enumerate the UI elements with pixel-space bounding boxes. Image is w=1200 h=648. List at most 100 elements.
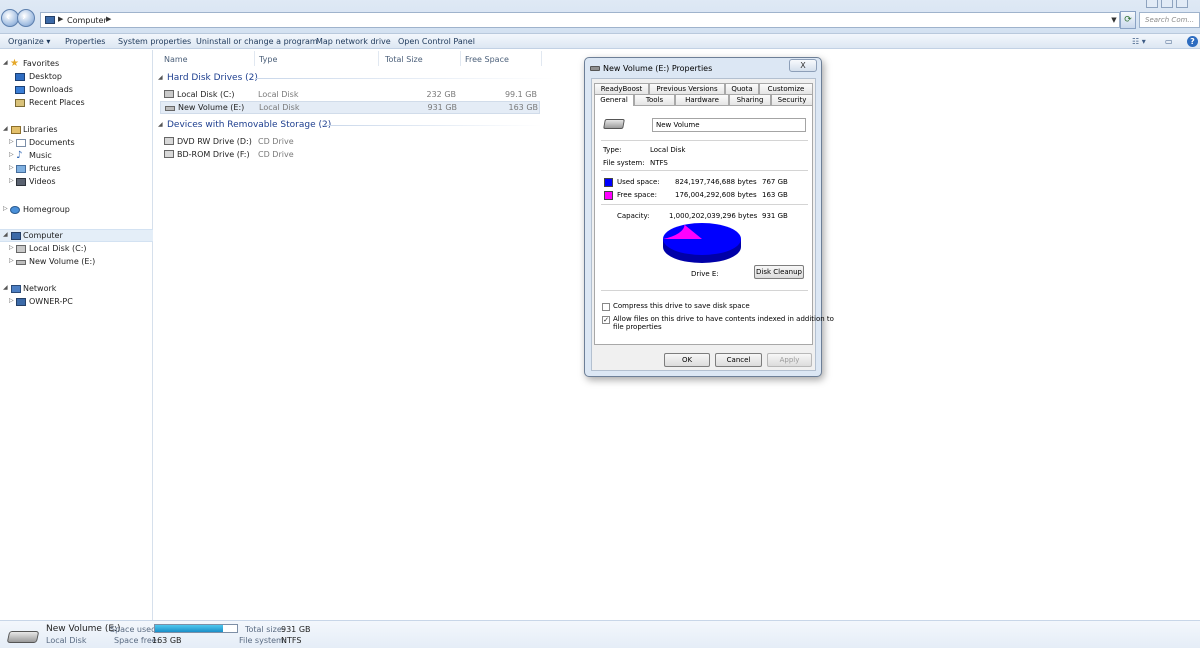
collapse-arrow-icon[interactable]: ▷ <box>9 177 14 184</box>
ok-button[interactable]: OK <box>664 353 710 367</box>
row-type: Local Disk <box>258 90 299 99</box>
group-collapse-icon[interactable]: ◢ <box>158 74 163 81</box>
nav-homegroup-label: Homegroup <box>23 205 70 214</box>
optical-drive-icon <box>164 137 174 145</box>
nav-videos[interactable]: ▷ Videos <box>9 176 144 189</box>
column-divider[interactable] <box>254 51 255 66</box>
breadcrumb-arrow-icon[interactable]: ▶ <box>106 15 111 23</box>
collapse-arrow-icon[interactable]: ▷ <box>9 244 14 251</box>
computer-icon <box>11 232 21 240</box>
tab-general[interactable]: General <box>594 94 634 106</box>
computer-icon <box>45 16 55 24</box>
documents-icon <box>16 139 26 147</box>
tab-hardware[interactable]: Hardware <box>675 94 729 105</box>
nav-documents[interactable]: ▷ Documents <box>9 137 144 150</box>
breadcrumb-arrow-icon[interactable]: ▶ <box>58 15 63 23</box>
drive-icon <box>165 106 175 111</box>
collapse-arrow-icon[interactable]: ▷ <box>9 151 14 158</box>
expand-arrow-icon[interactable]: ◢ <box>3 59 8 66</box>
row-name: Local Disk (C:) <box>177 90 235 99</box>
table-row[interactable]: BD-ROM Drive (F:) CD Drive <box>160 148 540 161</box>
forward-button[interactable]: › <box>17 9 35 27</box>
space-used-bar-fill <box>155 625 223 632</box>
tab-customize[interactable]: Customize <box>759 83 813 94</box>
row-type: Local Disk <box>259 103 300 112</box>
volume-name-input[interactable]: New Volume <box>652 118 806 132</box>
dialog-close-button[interactable]: X <box>789 59 817 72</box>
nav-desktop[interactable]: Desktop <box>15 71 145 84</box>
organize-button[interactable]: Organize ▾ <box>8 37 50 46</box>
tab-quota[interactable]: Quota <box>725 83 759 94</box>
properties-button[interactable]: Properties <box>65 37 105 46</box>
disk-cleanup-button[interactable]: Disk Cleanup <box>754 265 804 279</box>
homegroup-icon <box>10 206 20 214</box>
tab-previous-versions[interactable]: Previous Versions <box>649 83 725 94</box>
refresh-button[interactable]: ⟳ <box>1120 11 1136 29</box>
collapse-arrow-icon[interactable]: ▷ <box>3 205 8 212</box>
nav-homegroup[interactable]: ▷ Homegroup <box>3 204 143 217</box>
nav-libraries-label: Libraries <box>23 125 58 134</box>
drive-icon <box>16 245 26 253</box>
group-collapse-icon[interactable]: ◢ <box>158 121 163 128</box>
control-panel-button[interactable]: Open Control Panel <box>398 37 475 46</box>
column-divider[interactable] <box>460 51 461 66</box>
nav-downloads[interactable]: Downloads <box>15 84 145 97</box>
nav-computer[interactable]: ◢ Computer <box>3 230 143 243</box>
group-header-removable[interactable]: Devices with Removable Storage (2) <box>167 120 331 130</box>
expand-arrow-icon[interactable]: ◢ <box>3 125 8 132</box>
address-field[interactable]: ▶ Computer ▶ <box>40 12 1120 28</box>
breadcrumb-computer[interactable]: Computer <box>67 16 107 25</box>
nav-network[interactable]: ◢ Network <box>3 283 143 296</box>
nav-new-volume-e[interactable]: ▷ New Volume (E:) <box>9 256 144 269</box>
row-total-size: 232 GB <box>426 90 457 99</box>
map-drive-button[interactable]: Map network drive <box>316 37 391 46</box>
address-dropdown-icon[interactable]: ▼ <box>1109 12 1119 28</box>
column-header-type[interactable]: Type <box>259 55 277 64</box>
nav-computer-label: Computer <box>23 231 63 240</box>
table-row[interactable]: DVD RW Drive (D:) CD Drive <box>160 135 540 148</box>
system-properties-button[interactable]: System properties <box>118 37 191 46</box>
index-checkbox[interactable]: ✓ <box>602 316 610 324</box>
column-divider[interactable] <box>378 51 379 66</box>
column-divider[interactable] <box>541 51 542 66</box>
minimize-button[interactable] <box>1146 0 1158 8</box>
column-header-name[interactable]: Name <box>164 55 188 64</box>
nav-local-disk-c[interactable]: ▷ Local Disk (C:) <box>9 243 144 256</box>
view-options-icon[interactable]: ☷ ▾ <box>1132 37 1146 46</box>
collapse-arrow-icon[interactable]: ▷ <box>9 257 14 264</box>
collapse-arrow-icon[interactable]: ▷ <box>9 297 14 304</box>
maximize-button[interactable] <box>1161 0 1173 8</box>
help-icon[interactable]: ? <box>1187 36 1198 47</box>
nav-favorites[interactable]: ◢ ★ Favorites <box>3 58 143 71</box>
preview-pane-icon[interactable]: ▭ <box>1165 37 1173 46</box>
nav-pictures[interactable]: ▷ Pictures <box>9 163 144 176</box>
expand-arrow-icon[interactable]: ◢ <box>3 284 8 291</box>
tab-security[interactable]: Security <box>771 94 813 105</box>
expand-arrow-icon[interactable]: ◢ <box>3 231 8 238</box>
uninstall-button[interactable]: Uninstall or change a program <box>196 37 318 46</box>
table-row[interactable]: New Volume (E:) Local Disk 931 GB 163 GB <box>160 101 540 114</box>
apply-button[interactable]: Apply <box>767 353 812 367</box>
downloads-icon <box>15 86 25 94</box>
nav-libraries[interactable]: ◢ Libraries <box>3 124 143 137</box>
group-header-hdd[interactable]: Hard Disk Drives (2) <box>167 73 258 83</box>
collapse-arrow-icon[interactable]: ▷ <box>9 138 14 145</box>
column-header-total-size[interactable]: Total Size <box>385 55 423 64</box>
desktop-icon <box>15 73 25 81</box>
nav-music[interactable]: ▷ ♪ Music <box>9 150 144 163</box>
compress-checkbox[interactable] <box>602 303 610 311</box>
nav-owner-pc[interactable]: ▷ OWNER-PC <box>9 296 144 309</box>
tab-readyboost[interactable]: ReadyBoost <box>594 83 649 94</box>
cancel-button[interactable]: Cancel <box>715 353 762 367</box>
column-header-free-space[interactable]: Free Space <box>465 55 509 64</box>
collapse-arrow-icon[interactable]: ▷ <box>9 164 14 171</box>
file-system-value: NTFS <box>281 636 302 645</box>
free-space-bytes: 176,004,292,608 bytes <box>675 191 757 199</box>
nav-recent-places[interactable]: Recent Places <box>15 97 145 110</box>
table-row[interactable]: Local Disk (C:) Local Disk 232 GB 99.1 G… <box>160 88 540 101</box>
close-window-button[interactable] <box>1176 0 1188 8</box>
search-input[interactable]: Search Com... <box>1139 12 1200 28</box>
tab-tools[interactable]: Tools <box>634 94 675 105</box>
tab-sharing[interactable]: Sharing <box>729 94 771 105</box>
details-pane: New Volume (E:) Local Disk Space used: S… <box>0 620 1200 648</box>
